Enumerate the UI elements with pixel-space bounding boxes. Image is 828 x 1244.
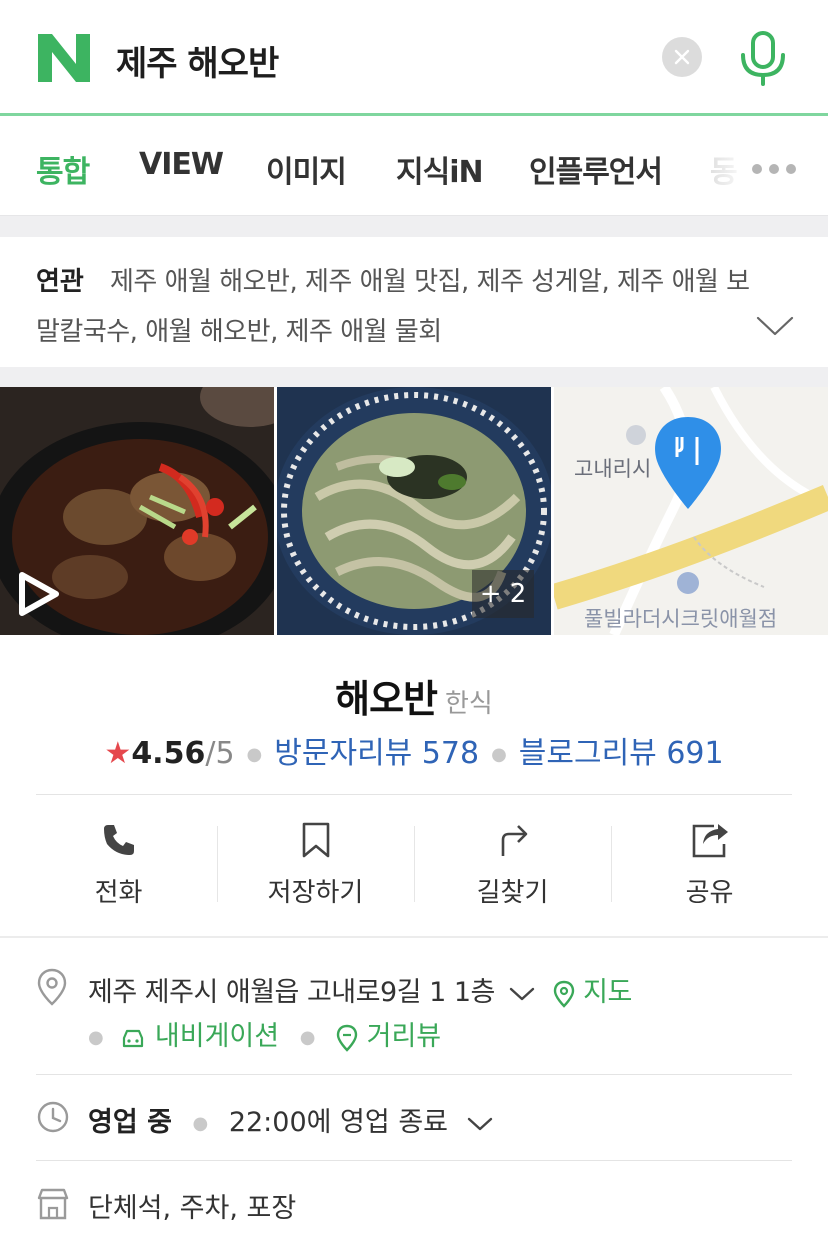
tab-knowledge-in[interactable]: 지식iN bbox=[396, 147, 484, 191]
directions-icon bbox=[501, 825, 528, 856]
play-icon[interactable] bbox=[16, 571, 60, 617]
clock-icon bbox=[37, 1101, 69, 1133]
related-label: 연관 bbox=[36, 267, 84, 297]
tab-view[interactable]: VIEW bbox=[139, 147, 224, 182]
closing-time: 22:00에 영업 종료 bbox=[228, 1107, 449, 1138]
share-button[interactable]: 공유 bbox=[611, 796, 808, 936]
tab-integrated[interactable]: 통합 bbox=[36, 147, 90, 191]
place-name[interactable]: 해오반 bbox=[335, 677, 438, 721]
chevron-down-icon[interactable] bbox=[756, 315, 794, 337]
phone-icon bbox=[104, 825, 134, 855]
map-label-bottom: 풀빌라더시크릿애월점 bbox=[584, 607, 778, 631]
separator-dot: ● bbox=[299, 1027, 316, 1048]
map-pin-icon bbox=[553, 980, 575, 1008]
rating-score: 4.56 bbox=[131, 736, 206, 771]
directions-button[interactable]: 길찾기 bbox=[414, 796, 611, 936]
address-sub-links: ● 내비게이션 ● 거리뷰 bbox=[88, 1014, 441, 1053]
section-divider bbox=[0, 215, 828, 237]
open-status: 영업 중 bbox=[88, 1107, 172, 1138]
divider bbox=[36, 1160, 792, 1161]
related-searches: 연관 제주 애월 해오반, 제주 애월 맛집, 제주 성게알, 제주 애월 보 … bbox=[0, 237, 828, 367]
tab-influencer[interactable]: 인플루언서 bbox=[529, 147, 663, 191]
save-button[interactable]: 저장하기 bbox=[217, 796, 414, 936]
blog-reviews-link[interactable]: 블로그리뷰 691 bbox=[519, 736, 724, 771]
rating-row: ★4.56/5 ● 방문자리뷰 578 ● 블로그리뷰 691 bbox=[0, 728, 828, 772]
separator-dot: ● bbox=[88, 1027, 104, 1048]
location-pin-icon bbox=[37, 968, 67, 1006]
save-label: 저장하기 bbox=[267, 878, 364, 908]
address-row: 제주 제주시 애월읍 고내로9길 1 1층 지도 bbox=[88, 970, 632, 1009]
amenities-text: 단체석, 주차, 포장 bbox=[88, 1193, 297, 1224]
street-view-icon bbox=[336, 1024, 358, 1052]
related-keywords-line1[interactable]: 제주 애월 해오반, 제주 애월 맛집, 제주 성게알, 제주 애월 보 bbox=[110, 261, 750, 298]
clear-search-button[interactable] bbox=[662, 37, 702, 77]
address-text[interactable]: 제주 제주시 애월읍 고내로9길 1 1층 bbox=[88, 977, 495, 1008]
photo-noodle-soup[interactable]: + 2 bbox=[277, 387, 551, 635]
business-hours-row[interactable]: 영업 중 ● 22:00에 영업 종료 bbox=[88, 1100, 493, 1139]
search-bar: 제주 해오반 bbox=[0, 0, 828, 116]
separator-dot: ● bbox=[491, 744, 507, 765]
rating-max: /5 bbox=[205, 736, 235, 771]
tab-images[interactable]: 이미지 bbox=[266, 147, 347, 191]
naver-logo[interactable] bbox=[38, 34, 90, 82]
call-label: 전화 bbox=[94, 878, 143, 908]
chevron-down-icon[interactable] bbox=[467, 1116, 493, 1132]
related-keywords-line2[interactable]: 말칼국수, 애월 해오반, 제주 애월 물회 bbox=[36, 311, 442, 348]
navigation-link[interactable]: 내비게이션 bbox=[155, 1021, 279, 1052]
more-photos-badge[interactable]: + 2 bbox=[472, 570, 534, 618]
microphone-icon[interactable] bbox=[738, 30, 788, 86]
section-divider bbox=[0, 936, 828, 938]
tab-fade bbox=[700, 119, 750, 215]
location-map-thumbnail[interactable]: 고내리시 풀빌라더시크릿애월점 bbox=[554, 387, 828, 635]
separator-dot: ● bbox=[192, 1113, 209, 1134]
photo-abalone-dish[interactable] bbox=[0, 387, 274, 635]
divider bbox=[36, 794, 792, 795]
chevron-down-icon[interactable] bbox=[509, 986, 535, 1002]
divider bbox=[36, 1074, 792, 1075]
more-tabs-icon[interactable] bbox=[752, 159, 808, 175]
search-tabs: 통합 VIEW 이미지 지식iN 인플루언서 동 bbox=[0, 119, 828, 215]
star-icon: ★ bbox=[104, 736, 132, 771]
separator-dot: ● bbox=[246, 744, 263, 765]
map-label-top: 고내리시 bbox=[574, 457, 652, 481]
close-icon bbox=[674, 49, 690, 65]
search-input[interactable]: 제주 해오반 bbox=[116, 36, 279, 85]
section-divider bbox=[0, 367, 828, 387]
car-icon bbox=[123, 1029, 144, 1047]
place-category: 한식 bbox=[445, 689, 493, 719]
place-photos: + 2 고내리시 풀빌라더시크릿애월점 bbox=[0, 387, 828, 635]
street-view-link[interactable]: 거리뷰 bbox=[367, 1021, 442, 1052]
directions-label: 길찾기 bbox=[476, 878, 549, 908]
map-link[interactable]: 지도 bbox=[583, 977, 632, 1008]
place-title: 해오반 한식 bbox=[0, 668, 828, 723]
bookmark-icon bbox=[302, 822, 330, 858]
action-bar: 전화 저장하기 길찾기 공유 bbox=[0, 796, 828, 936]
store-icon bbox=[37, 1188, 69, 1220]
share-icon bbox=[692, 824, 728, 858]
visitor-reviews-link[interactable]: 방문자리뷰 578 bbox=[274, 736, 479, 771]
share-label: 공유 bbox=[685, 878, 734, 908]
call-button[interactable]: 전화 bbox=[20, 796, 217, 936]
